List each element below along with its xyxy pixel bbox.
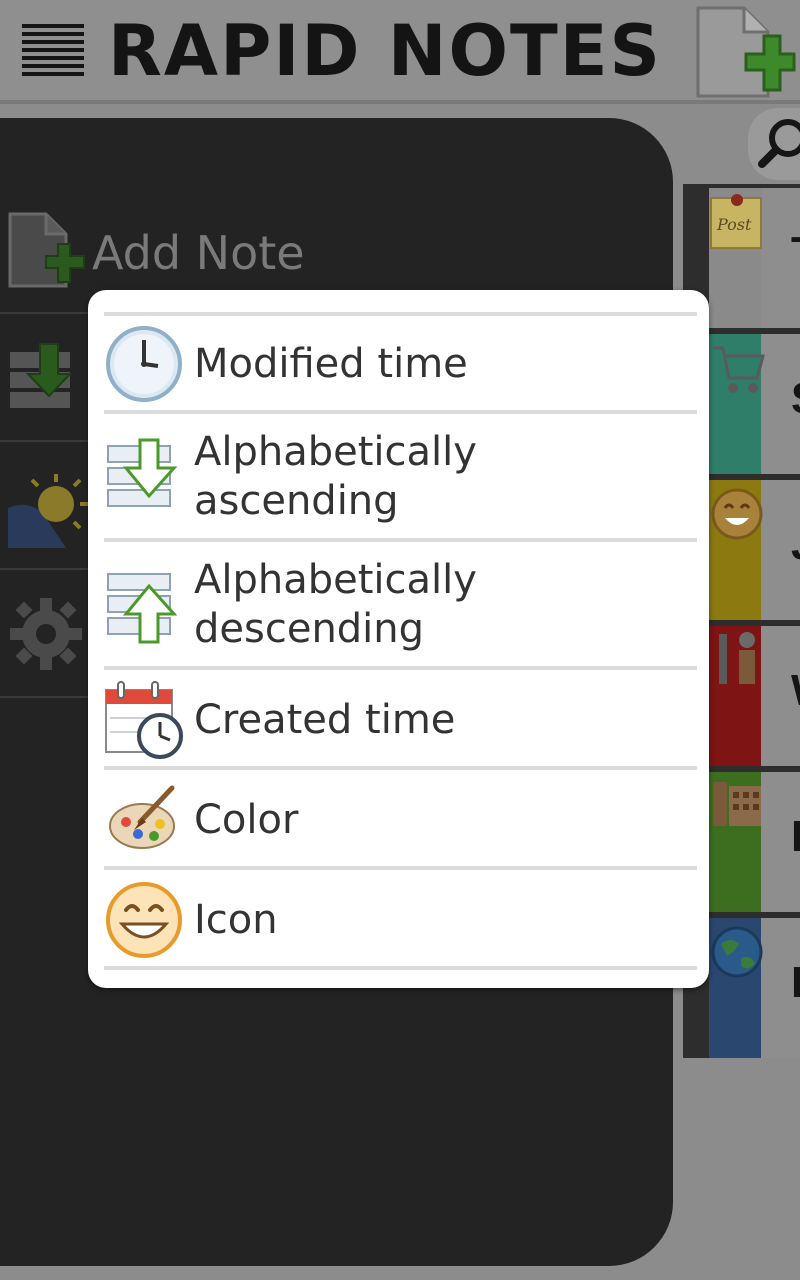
clock-icon: [104, 324, 184, 404]
sort-icon: [6, 336, 90, 420]
divider: [104, 966, 697, 970]
phone-icon: [709, 776, 765, 836]
smiley-icon: [104, 880, 184, 960]
divider: [104, 766, 697, 770]
divider: [104, 666, 697, 670]
sort-option-created-time[interactable]: Created time: [104, 672, 697, 766]
note-item[interactable]: P: [709, 918, 800, 1058]
add-note-label: Add Note: [92, 226, 305, 280]
palette-icon: [104, 780, 184, 860]
sort-ascending-icon: [104, 438, 184, 518]
note-item[interactable]: W: [709, 626, 800, 766]
sort-option-label: Alphabetically descending: [194, 557, 477, 652]
divider: [104, 538, 697, 542]
shopping-cart-icon: [709, 338, 765, 398]
app-header: RAPID NOTES: [0, 0, 800, 104]
note-title: S: [791, 374, 800, 424]
settings-gear-icon: [6, 592, 90, 676]
note-item[interactable]: P: [709, 772, 800, 912]
sort-option-alpha-ascending[interactable]: Alphabetically ascending: [104, 416, 697, 540]
sort-option-label: Icon: [194, 897, 278, 943]
weather-theme-icon: [6, 464, 90, 548]
note-title: T: [791, 228, 800, 278]
divider: [104, 312, 697, 316]
sort-dialog: Modified time Alphabetically ascending A…: [88, 290, 709, 988]
note-title: P: [791, 812, 800, 862]
sort-option-label: Modified time: [194, 341, 468, 387]
sort-descending-icon: [104, 566, 184, 646]
note-title: W: [791, 666, 800, 716]
note-item[interactable]: S: [709, 334, 800, 474]
svg-text:Post: Post: [716, 215, 752, 234]
note-title: J: [791, 520, 800, 570]
calendar-clock-icon: [104, 680, 184, 760]
globe-icon: [709, 922, 765, 982]
sort-option-label: Color: [194, 797, 299, 843]
search-icon: [758, 119, 800, 168]
sort-option-alpha-descending[interactable]: Alphabetically descending: [104, 544, 697, 668]
new-note-icon: [6, 208, 90, 292]
sort-option-icon[interactable]: Icon: [104, 872, 697, 966]
sort-option-label: Created time: [194, 697, 456, 743]
note-item[interactable]: Post T: [709, 188, 800, 328]
note-title: P: [791, 958, 800, 1008]
hamburger-menu-icon[interactable]: [22, 22, 84, 80]
post-it-icon: Post: [709, 192, 765, 252]
note-item[interactable]: J: [709, 480, 800, 620]
sort-option-color[interactable]: Color: [104, 772, 697, 866]
tools-icon: [709, 630, 765, 690]
sort-option-label: Alphabetically ascending: [194, 429, 477, 524]
smiley-icon: [709, 484, 765, 544]
new-note-icon[interactable]: [690, 4, 796, 100]
search-button[interactable]: [748, 108, 800, 180]
app-title: RAPID NOTES: [108, 10, 662, 92]
divider: [104, 866, 697, 870]
sort-option-modified-time[interactable]: Modified time: [104, 320, 697, 408]
drawer-item-add-note[interactable]: Add Note: [0, 118, 643, 314]
divider: [104, 410, 697, 414]
